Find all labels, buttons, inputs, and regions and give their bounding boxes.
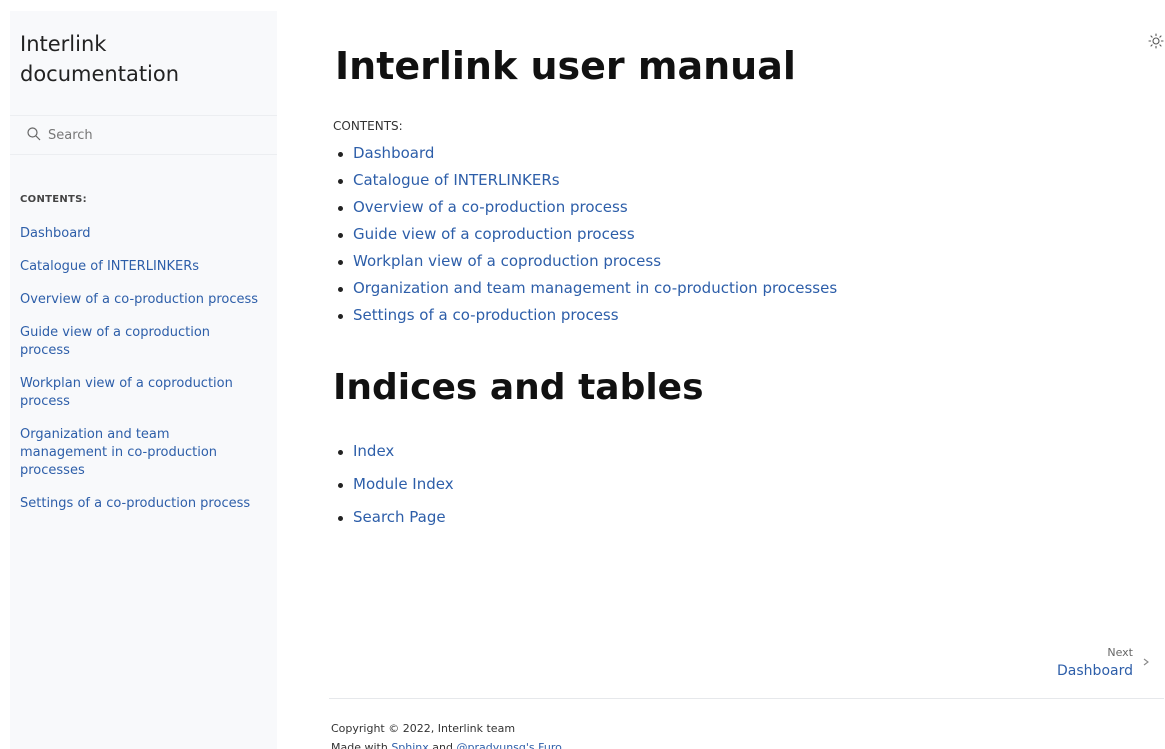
list-item: Search Page [333, 501, 454, 534]
indices-list: Index Module Index Search Page [333, 435, 454, 534]
sidebar-item-workplan-view[interactable]: Workplan view of a coproduction process [20, 376, 233, 409]
sidebar-item-guide-view[interactable]: Guide view of a coproduction process [20, 325, 210, 358]
copyright-text: Copyright © 2022, Interlink team [331, 722, 516, 735]
footer-divider [329, 698, 1164, 699]
list-item: Module Index [333, 468, 454, 501]
contents-caption: CONTENTS: [333, 119, 403, 133]
made-with-prefix: Made with [331, 741, 392, 749]
toc-link-overview[interactable]: Overview of a co-production process [353, 198, 628, 216]
sidebar-search [10, 115, 277, 155]
next-page-link[interactable]: Next Dashboard [1040, 644, 1155, 684]
list-item: Catalogue of INTERLINKERs [333, 167, 837, 194]
toc-link-guide-view[interactable]: Guide view of a coproduction process [353, 225, 635, 243]
toc-link-team-management[interactable]: Organization and team management in co-p… [353, 279, 837, 297]
search-input[interactable] [48, 125, 248, 145]
page: Interlink documentation CONTENTS: Dashbo… [0, 0, 1165, 749]
list-item: Overview of a co-production process [333, 194, 837, 221]
sidebar-brand[interactable]: Interlink documentation [20, 29, 270, 89]
page-title: Interlink user manual [335, 44, 796, 88]
chevron-right-icon [1143, 658, 1149, 666]
sidebar-item: Organization and team management in co-p… [20, 426, 260, 480]
sidebar-item: Guide view of a coproduction process [20, 324, 260, 360]
sidebar-item: Workplan view of a coproduction process [20, 375, 260, 411]
sidebar-item: Catalogue of INTERLINKERs [20, 258, 260, 276]
next-title: Dashboard [1057, 663, 1133, 679]
sphinx-link[interactable]: Sphinx [391, 741, 428, 749]
furo-link[interactable]: @pradyunsg's Furo [457, 741, 562, 749]
sidebar-caption: CONTENTS: [20, 194, 87, 205]
search-icon [27, 127, 41, 141]
toc-link-catalogue[interactable]: Catalogue of INTERLINKERs [353, 171, 560, 189]
contents-list: Dashboard Catalogue of INTERLINKERs Over… [333, 140, 837, 329]
sidebar-item-team-management[interactable]: Organization and team management in co-p… [20, 427, 217, 478]
next-label: Next [1107, 646, 1133, 659]
list-item: Dashboard [333, 140, 837, 167]
sidebar-item-catalogue[interactable]: Catalogue of INTERLINKERs [20, 259, 199, 274]
list-item: Index [333, 435, 454, 468]
sidebar: Interlink documentation CONTENTS: Dashbo… [10, 11, 277, 749]
sidebar-nav: Dashboard Catalogue of INTERLINKERs Over… [20, 225, 260, 528]
sidebar-item: Dashboard [20, 225, 260, 243]
indices-heading: Indices and tables [333, 367, 704, 408]
sun-icon[interactable] [1148, 33, 1164, 49]
list-item: Organization and team management in co-p… [333, 275, 837, 302]
list-item: Settings of a co-production process [333, 302, 837, 329]
toc-link-workplan-view[interactable]: Workplan view of a coproduction process [353, 252, 661, 270]
made-with-text: Made with Sphinx and @pradyunsg's Furo [331, 741, 562, 749]
sidebar-item: Overview of a co-production process [20, 291, 260, 309]
sidebar-item-settings[interactable]: Settings of a co-production process [20, 496, 250, 511]
module-index-link[interactable]: Module Index [353, 475, 454, 493]
search-page-link[interactable]: Search Page [353, 508, 446, 526]
made-with-and: and [428, 741, 457, 749]
list-item: Guide view of a coproduction process [333, 221, 837, 248]
index-link[interactable]: Index [353, 442, 394, 460]
toc-link-dashboard[interactable]: Dashboard [353, 144, 434, 162]
sidebar-item-overview[interactable]: Overview of a co-production process [20, 292, 258, 307]
sidebar-item-dashboard[interactable]: Dashboard [20, 226, 91, 241]
toc-link-settings[interactable]: Settings of a co-production process [353, 306, 619, 324]
sidebar-item: Settings of a co-production process [20, 495, 260, 513]
list-item: Workplan view of a coproduction process [333, 248, 837, 275]
